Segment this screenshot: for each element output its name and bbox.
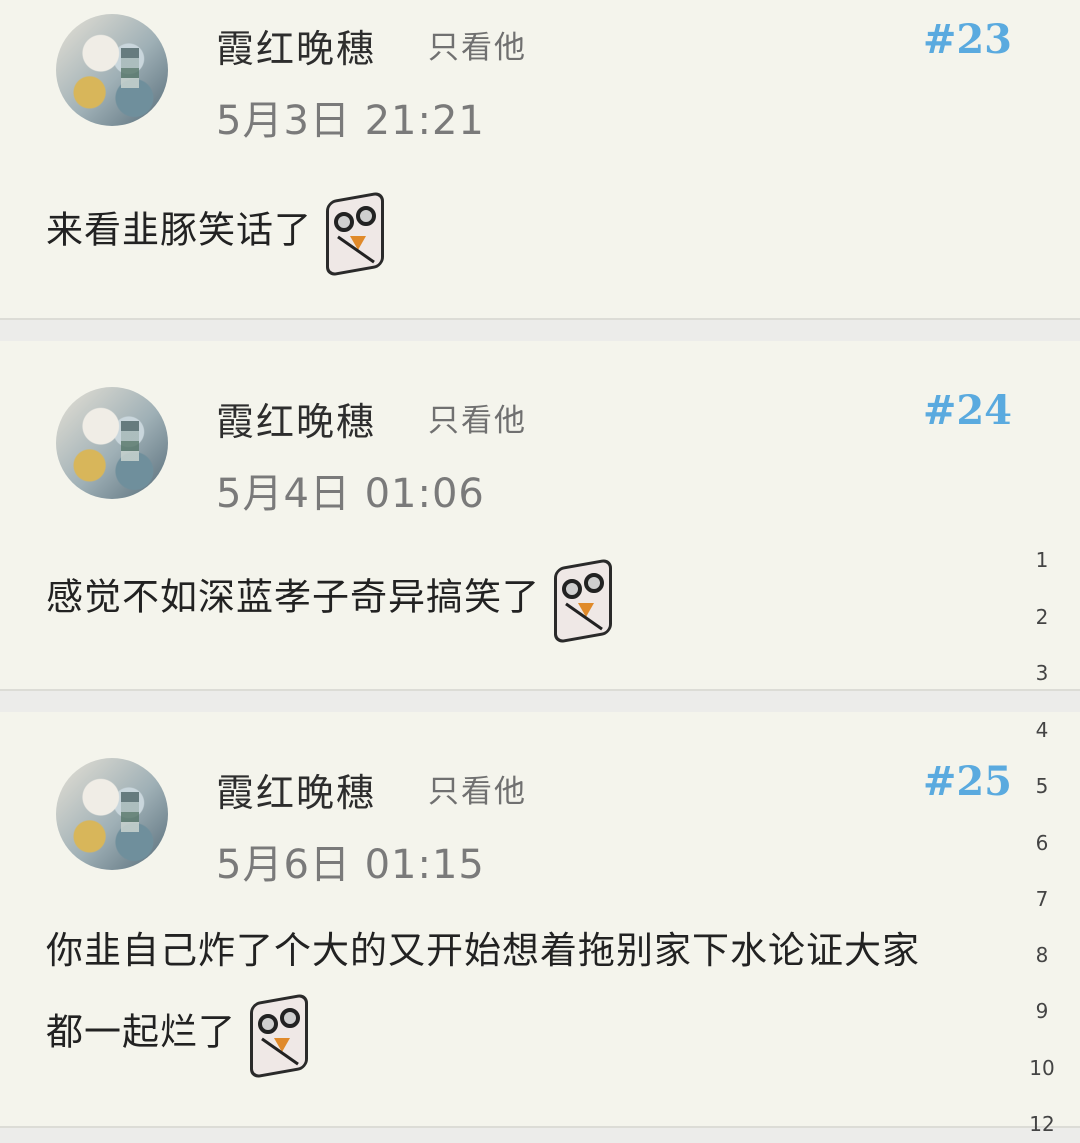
sticker-emoji-icon (322, 190, 384, 278)
line-number: 12 (1029, 1112, 1055, 1136)
only-view-him-button[interactable]: 只看他 (428, 22, 527, 67)
content-text: 你韭自己炸了个大的又开始想着拖别家下水论证大家 (46, 929, 920, 972)
user-avatar[interactable] (56, 758, 168, 870)
post-content-line-2: 都一起烂了 (46, 992, 308, 1080)
post-time: 5月6日 01:15 (216, 842, 485, 888)
content-text: 感觉不如深蓝孝子奇异搞笑了 (46, 575, 540, 619)
user-avatar[interactable] (56, 14, 168, 126)
username[interactable]: 霞红晚穗 (216, 18, 376, 73)
post-content: 来看韭豚笑话了 (46, 190, 384, 278)
line-number: 1 (1035, 548, 1049, 572)
content-text: 都一起烂了 (46, 1010, 236, 1054)
sticker-emoji-icon (246, 992, 308, 1080)
line-number: 2 (1035, 605, 1049, 629)
line-number: 6 (1035, 831, 1049, 855)
line-number: 9 (1035, 999, 1049, 1023)
post-card: 霞红晚穗 只看他 #24 5月4日 01:06 感觉不如深蓝孝子奇异搞笑了 (0, 341, 1080, 691)
line-number: 7 (1035, 887, 1049, 911)
post-content: 感觉不如深蓝孝子奇异搞笑了 (46, 557, 612, 645)
floor-number: #24 (922, 387, 1012, 434)
username[interactable]: 霞红晚穗 (216, 762, 376, 817)
floor-number: #25 (922, 758, 1012, 805)
line-number: 8 (1035, 943, 1049, 967)
only-view-him-button[interactable]: 只看他 (428, 395, 527, 440)
line-number: 10 (1029, 1056, 1055, 1080)
post-content-line-1: 你韭自己炸了个大的又开始想着拖别家下水论证大家 (46, 920, 920, 974)
line-number: 3 (1035, 661, 1049, 685)
user-avatar[interactable] (56, 387, 168, 499)
post-card: 霞红晚穗 只看他 #23 5月3日 21:21 来看韭豚笑话了 (0, 0, 1080, 320)
post-time: 5月4日 01:06 (216, 471, 485, 517)
sticker-emoji-icon (550, 557, 612, 645)
only-view-him-button[interactable]: 只看他 (428, 766, 527, 811)
line-number: 4 (1035, 718, 1049, 742)
post-card: 霞红晚穗 只看他 #25 5月6日 01:15 你韭自己炸了个大的又开始想着拖别… (0, 712, 1080, 1128)
floor-number: #23 (922, 16, 1012, 63)
line-number: 5 (1035, 774, 1049, 798)
post-time: 5月3日 21:21 (216, 98, 485, 144)
username[interactable]: 霞红晚穗 (216, 391, 376, 446)
content-text: 来看韭豚笑话了 (46, 208, 312, 252)
